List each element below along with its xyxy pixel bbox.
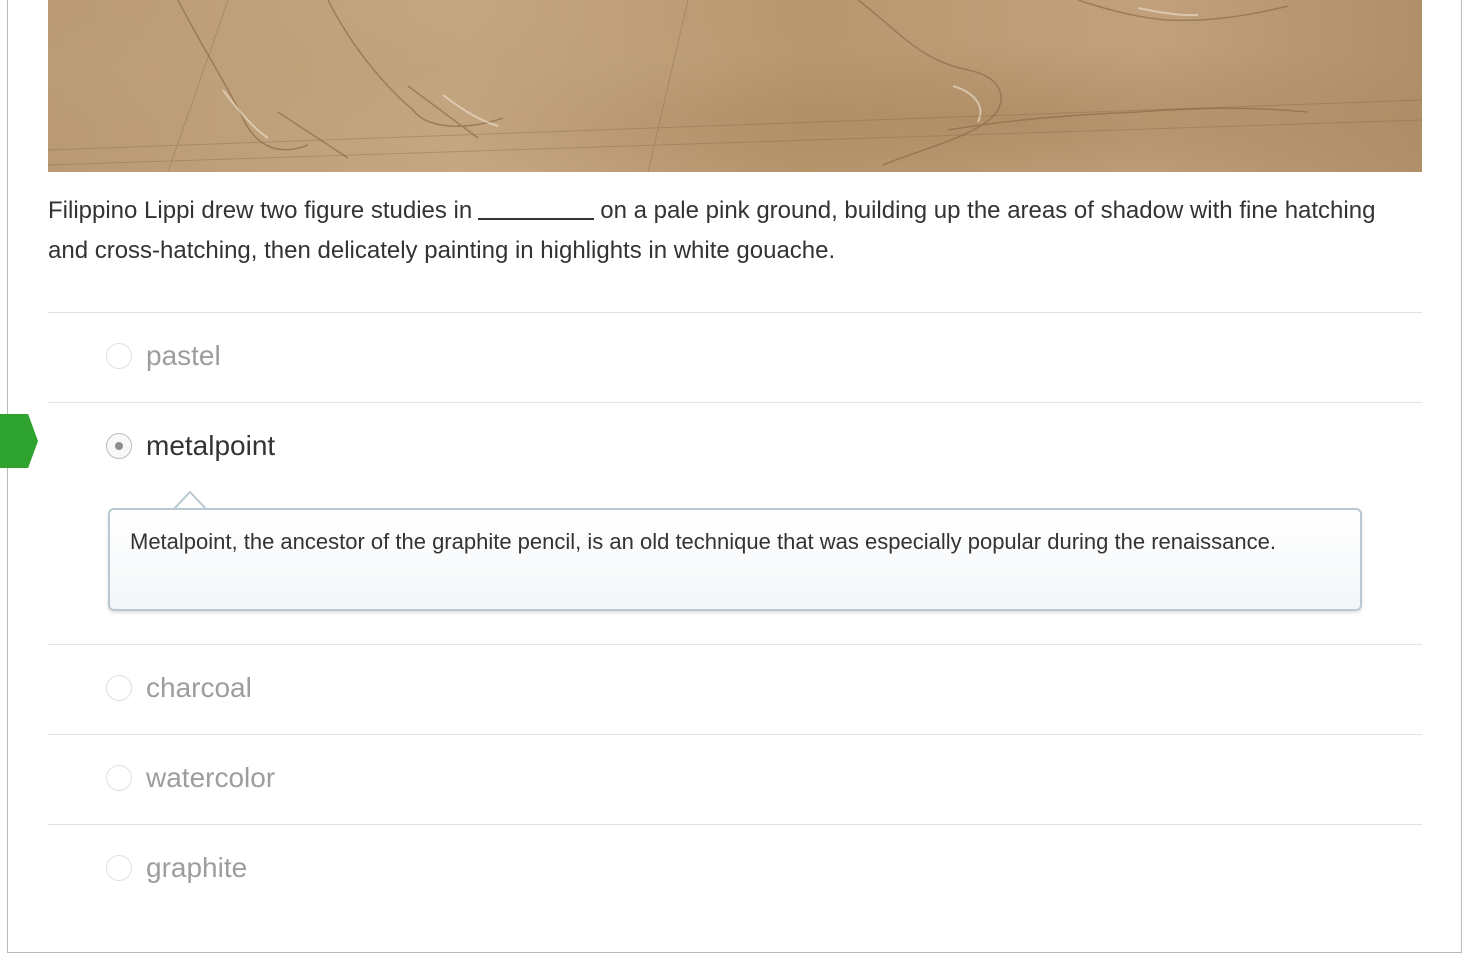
figure-study-drawing xyxy=(48,0,1422,172)
question-text: Filippino Lippi drew two figure studies … xyxy=(48,191,1422,271)
choice-metalpoint[interactable]: metalpoint xyxy=(48,403,1422,492)
choice-label: watercolor xyxy=(146,762,276,793)
choice-pastel[interactable]: pastel xyxy=(48,313,1422,402)
feedback-text: Metalpoint, the ancestor of the graphite… xyxy=(130,529,1276,554)
choice-label: graphite xyxy=(146,852,248,883)
choice-watercolor[interactable]: watercolor xyxy=(48,735,1422,824)
choice-charcoal[interactable]: charcoal xyxy=(48,645,1422,734)
choice-label: metalpoint xyxy=(146,430,276,461)
feedback-callout: Metalpoint, the ancestor of the graphite… xyxy=(108,508,1362,611)
artwork-image xyxy=(48,0,1422,172)
radio-unselected-icon[interactable] xyxy=(106,343,132,369)
radio-selected-icon[interactable] xyxy=(106,433,132,459)
radio-dot-icon xyxy=(115,442,123,450)
radio-unselected-icon[interactable] xyxy=(106,855,132,881)
choice-label: charcoal xyxy=(146,672,252,703)
choice-label: pastel xyxy=(146,340,221,371)
answer-blank xyxy=(478,196,595,220)
radio-unselected-icon[interactable] xyxy=(106,765,132,791)
radio-unselected-icon[interactable] xyxy=(106,675,132,701)
choice-graphite[interactable]: graphite xyxy=(48,825,1422,914)
question-text-before: Filippino Lippi drew two figure studies … xyxy=(48,197,473,224)
